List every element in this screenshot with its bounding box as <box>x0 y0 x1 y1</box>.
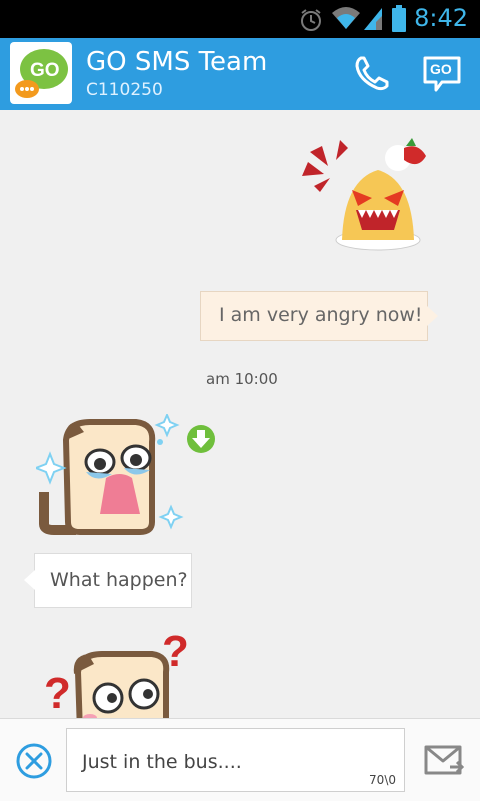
bubble-tail <box>427 306 438 326</box>
outgoing-message-text: I am very angry now! <box>219 304 423 326</box>
conversation-header: GO GO SMS Team C110250 GO <box>0 38 480 110</box>
alarm-icon <box>301 9 321 31</box>
bubble-tail <box>24 570 35 590</box>
message-composer: Just in the bus.... 70\0 <box>0 718 480 801</box>
angry-pudding-sticker[interactable] <box>300 132 440 262</box>
send-button[interactable] <box>422 739 466 783</box>
outgoing-message-bubble[interactable]: I am very angry now! <box>200 291 438 341</box>
clear-button[interactable] <box>14 741 54 781</box>
download-icon[interactable] <box>185 423 217 455</box>
character-counter: 70\0 <box>369 773 396 787</box>
incoming-message-text: What happen? <box>50 569 188 591</box>
signal-icon <box>364 8 382 30</box>
go-button-label: GO <box>430 61 452 77</box>
clock: 8:42 <box>414 4 468 32</box>
message-input-text: Just in the bus.... <box>82 751 242 773</box>
go-sms-logo-icon: GO <box>15 49 68 98</box>
go-menu-button[interactable]: GO <box>420 52 464 96</box>
conversation-view[interactable]: I am very angry now! am 10:00 What happe… <box>0 110 480 718</box>
crying-toast-sticker[interactable] <box>36 414 186 542</box>
contact-name: GO SMS Team <box>86 47 268 77</box>
svg-text:GO: GO <box>30 60 60 81</box>
phone-icon <box>355 56 389 91</box>
avatar[interactable]: GO <box>10 42 72 104</box>
message-input[interactable]: Just in the bus.... 70\0 <box>66 728 405 792</box>
confused-toast-sticker[interactable]: ? ? <box>44 632 204 718</box>
contact-number: C110250 <box>86 80 163 100</box>
call-button[interactable] <box>349 52 393 96</box>
wifi-icon <box>332 7 360 29</box>
battery-icon <box>392 5 406 32</box>
status-bar: 8:42 <box>0 0 480 38</box>
incoming-message-bubble[interactable]: What happen? <box>24 553 192 608</box>
message-timestamp: am 10:00 <box>206 370 278 388</box>
svg-text:?: ? <box>44 669 71 718</box>
